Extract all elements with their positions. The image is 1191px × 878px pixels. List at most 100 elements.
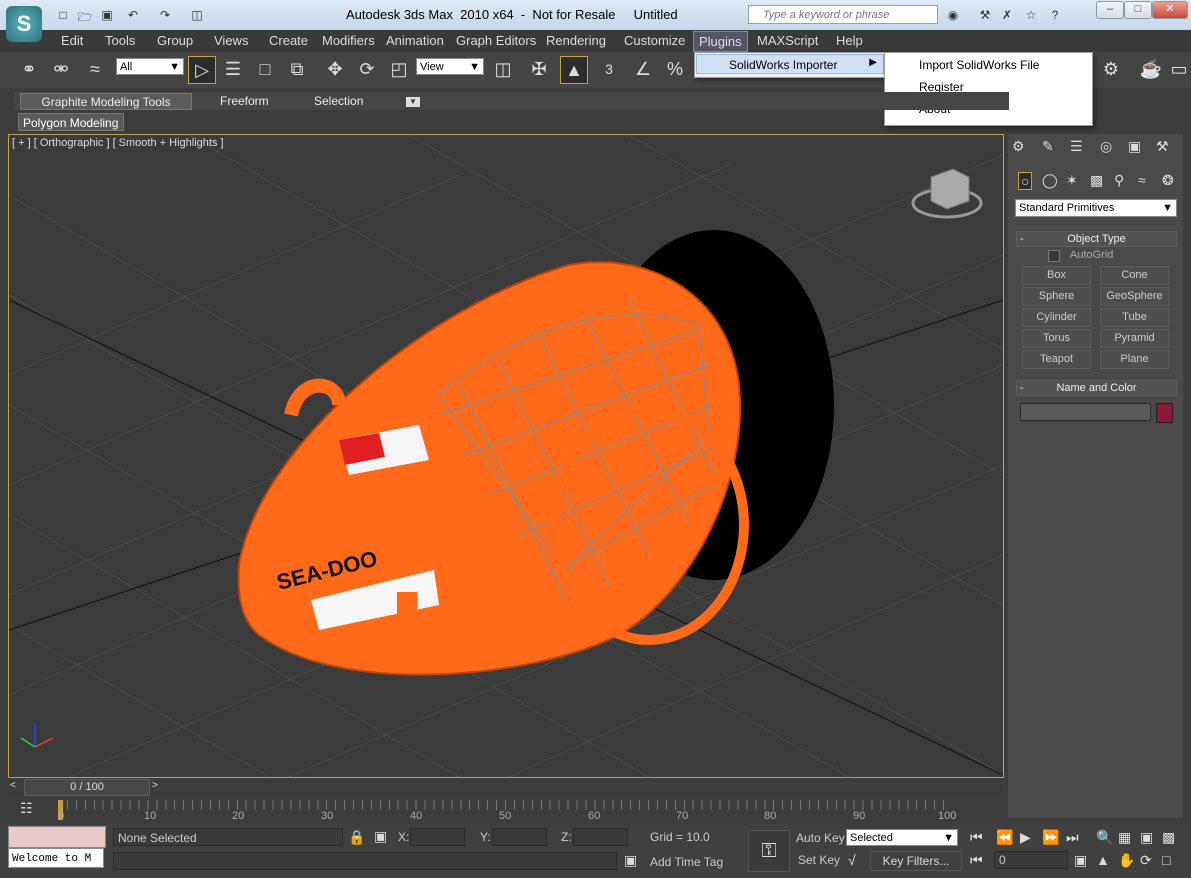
maxscript-listener-pink[interactable] — [8, 826, 106, 848]
angle-snap-icon[interactable]: ∠ — [630, 56, 656, 82]
bind-to-space-warp-icon[interactable]: ≈ — [82, 56, 108, 82]
zoom-extents-icon[interactable]: ▣ — [1140, 829, 1153, 846]
menu-tools[interactable]: Tools — [105, 33, 135, 48]
project-folder-icon[interactable]: ◫ — [188, 8, 206, 24]
selection-filter-dropdown[interactable]: All ▼ — [116, 58, 184, 75]
unlink-icon[interactable]: ⚮ — [48, 56, 74, 82]
select-and-rotate-icon[interactable]: ⟳ — [354, 56, 380, 82]
time-slider-thumb[interactable]: 0 / 100 — [24, 779, 150, 796]
pan-view-icon[interactable]: ✋ — [1118, 852, 1135, 869]
maximize-button[interactable]: □ — [1124, 1, 1152, 19]
panel-polygon-modeling[interactable]: Polygon Modeling — [18, 113, 124, 131]
curve-editor-icon[interactable]: ☷ — [20, 800, 33, 817]
orbit-icon[interactable]: ⟳ — [1140, 852, 1152, 869]
open-file-icon[interactable]: 🗁 — [76, 8, 94, 24]
menu-rendering[interactable]: Rendering — [546, 33, 606, 48]
track-bar[interactable]: ☷ 0 10 20 30 40 50 60 70 80 90 100 — [8, 798, 1002, 824]
save-file-icon[interactable]: ▣ — [98, 8, 116, 24]
minimize-button[interactable]: – — [1096, 1, 1124, 19]
hierarchy-tab-icon[interactable]: ☰ — [1070, 138, 1083, 155]
goto-start-icon[interactable]: ⏮ — [970, 829, 983, 846]
key-filters-button[interactable]: Key Filters... — [870, 851, 962, 871]
add-time-tag[interactable]: Add Time Tag — [650, 855, 723, 869]
reference-coordinate-dropdown[interactable]: View ▼ — [416, 58, 484, 75]
select-and-move-icon[interactable]: ✥ — [322, 56, 348, 82]
plane-button[interactable]: Plane — [1100, 350, 1169, 369]
menu-graph-editors[interactable]: Graph Editors — [456, 33, 536, 48]
tab-graphite-modeling-tools[interactable]: Graphite Modeling Tools — [20, 93, 192, 110]
time-slider[interactable]: < 0 / 100 > — [8, 778, 1002, 796]
pivot-center-icon[interactable]: ◫ — [490, 56, 516, 82]
create-tab-icon[interactable]: ⚙ — [1012, 138, 1025, 155]
pyramid-button[interactable]: Pyramid — [1100, 329, 1169, 348]
menu-edit[interactable]: Edit — [61, 33, 83, 48]
communication-icon[interactable]: ✗ — [998, 8, 1016, 24]
key-mode-dropdown[interactable]: Selected ▼ — [846, 829, 958, 846]
close-button[interactable]: ✕ — [1152, 1, 1188, 19]
systems-icon[interactable]: ❂ — [1162, 172, 1174, 189]
select-and-link-icon[interactable]: ⚭ — [16, 56, 42, 82]
menu-help[interactable]: Help — [836, 33, 863, 48]
geosphere-button[interactable]: GeoSphere — [1100, 287, 1169, 306]
app-logo-button[interactable]: S — [6, 6, 42, 42]
redo-icon[interactable]: ↷ — [156, 8, 174, 24]
select-and-manipulate-icon[interactable]: ✠ — [526, 56, 552, 82]
maximize-viewport-icon[interactable]: □ — [1162, 852, 1170, 868]
set-key-button[interactable]: Set Key — [798, 853, 840, 867]
torus-button[interactable]: Torus — [1022, 329, 1091, 348]
keyboard-shortcut-override-icon[interactable]: ▲ — [560, 56, 588, 84]
cameras-icon[interactable]: ▩ — [1090, 172, 1103, 189]
sphere-button[interactable]: Sphere — [1022, 287, 1091, 306]
tab-freeform[interactable]: Freeform — [220, 93, 269, 110]
viewport-orthographic[interactable]: SEA-DOO — [8, 134, 1004, 778]
zoom-extents-all-icon[interactable]: ▩ — [1162, 829, 1175, 846]
snaps-toggle-icon[interactable]: 3 — [596, 56, 622, 82]
next-frame-icon[interactable]: > — [152, 780, 158, 791]
name-and-color-rollout[interactable]: - Name and Color — [1016, 380, 1177, 396]
goto-end-icon[interactable]: ⏭ — [1066, 829, 1079, 846]
geometry-icon[interactable]: ○ — [1018, 172, 1033, 190]
search-input[interactable]: Type a keyword or phrase — [748, 5, 938, 24]
autogrid-checkbox[interactable] — [1048, 250, 1060, 262]
favorites-icon[interactable]: ☆ — [1022, 8, 1040, 24]
viewcube[interactable] — [911, 168, 983, 219]
render-setup-icon[interactable]: ⚙ — [1098, 56, 1124, 82]
y-coordinate-input[interactable] — [492, 828, 547, 846]
display-tab-icon[interactable]: ▣ — [1128, 138, 1141, 155]
zoom-all-icon[interactable]: ▦ — [1118, 829, 1131, 846]
cone-button[interactable]: Cone — [1100, 266, 1169, 285]
previous-frame-icon[interactable]: ⏪ — [996, 829, 1013, 846]
lights-icon[interactable]: ✶ — [1066, 172, 1078, 189]
window-crossing-icon[interactable]: ⧉ — [284, 56, 310, 82]
menu-customize[interactable]: Customize — [624, 33, 685, 48]
utilities-tab-icon[interactable]: ⚒ — [1156, 138, 1169, 155]
space-warps-icon[interactable]: ≈ — [1138, 172, 1146, 188]
next-frame-icon[interactable]: ⏩ — [1042, 829, 1059, 846]
binoculars-icon[interactable]: ◉ — [944, 8, 962, 24]
select-object-icon[interactable]: ▷ — [188, 56, 216, 84]
maxscript-listener-input[interactable]: Welcome to M — [8, 848, 104, 868]
motion-tab-icon[interactable]: ◎ — [1100, 138, 1112, 155]
menu-maxscript[interactable]: MAXScript — [757, 33, 818, 48]
helpers-icon[interactable]: ⚲ — [1114, 172, 1124, 189]
primitive-category-dropdown[interactable]: Standard Primitives ▼ — [1015, 199, 1177, 217]
object-name-input[interactable] — [1020, 403, 1151, 421]
menu-plugins[interactable]: Plugins — [693, 31, 748, 52]
absolute-mode-icon[interactable]: ▣ — [374, 828, 387, 845]
shapes-icon[interactable]: ◯ — [1042, 172, 1058, 189]
tab-selection[interactable]: Selection — [314, 93, 363, 110]
current-frame-input[interactable]: 0 — [994, 851, 1068, 869]
rendered-frame-icon[interactable]: ☕ — [1138, 56, 1164, 82]
menu-group[interactable]: Group — [157, 33, 193, 48]
time-configuration-icon[interactable]: ▣ — [1074, 852, 1087, 869]
key-mode-toggle-icon[interactable]: ⏮ — [970, 852, 983, 869]
viewport-label[interactable]: [ + ] [ Orthographic ] [ Smooth + Highli… — [12, 137, 224, 149]
render-production-icon[interactable]: ▭ — [1166, 56, 1191, 82]
z-coordinate-input[interactable] — [573, 828, 628, 846]
prev-frame-icon[interactable]: < — [10, 780, 16, 791]
percent-snap-icon[interactable]: % — [662, 56, 688, 82]
selection-lock-icon[interactable]: 🔒 — [348, 829, 365, 846]
object-color-swatch[interactable] — [1156, 403, 1173, 423]
ribbon-options-icon[interactable]: ▼ — [406, 97, 420, 107]
zoom-icon[interactable]: 🔍 — [1096, 829, 1113, 846]
